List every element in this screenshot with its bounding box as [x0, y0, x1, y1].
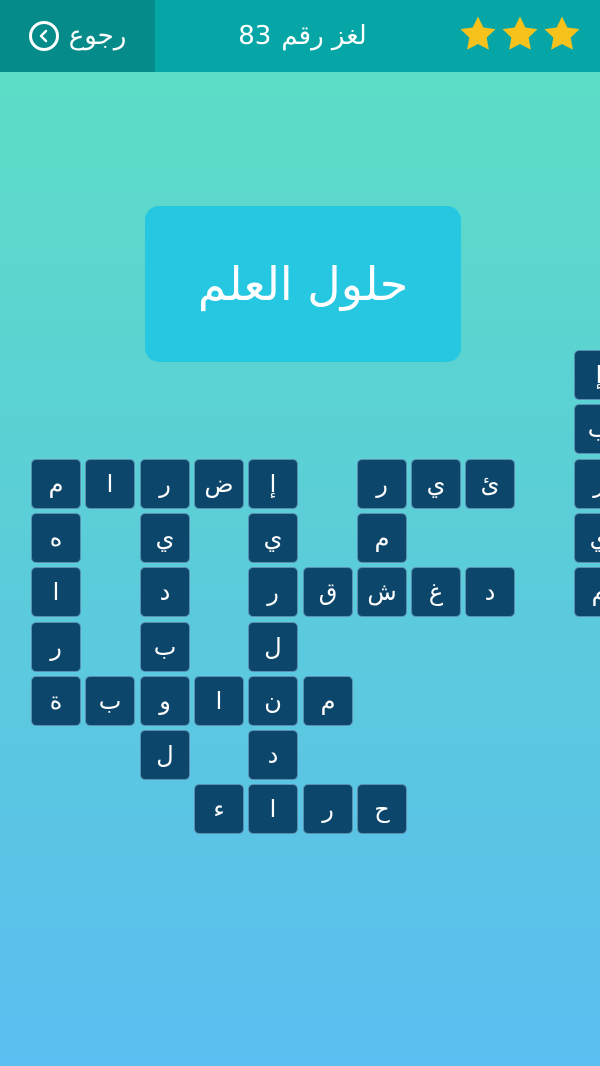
letter-tile[interactable]: ر — [140, 459, 190, 509]
letter-tile[interactable]: إ — [248, 459, 298, 509]
letter-tile[interactable]: ئ — [465, 459, 515, 509]
letter-tile[interactable]: ق — [303, 567, 353, 617]
letter-tile[interactable]: ي — [411, 459, 461, 509]
letter-tile[interactable]: م — [31, 459, 81, 509]
letter-tile[interactable]: ي — [248, 513, 298, 563]
letter-tile[interactable]: ب — [140, 622, 190, 672]
letter-tile[interactable]: ح — [357, 784, 407, 834]
letter-tile[interactable]: ا — [194, 676, 244, 726]
letter-tile[interactable]: ر — [303, 784, 353, 834]
letter-tile[interactable]: م — [357, 513, 407, 563]
letter-tile[interactable]: ي — [574, 513, 600, 563]
letter-tile[interactable]: ز — [574, 459, 600, 509]
letter-tile[interactable]: م — [574, 567, 600, 617]
letter-tile[interactable]: ر — [248, 567, 298, 617]
letter-tile[interactable]: ل — [140, 730, 190, 780]
letter-tile[interactable]: ا — [31, 567, 81, 617]
letter-tile[interactable]: د — [465, 567, 515, 617]
letter-tile[interactable]: ن — [248, 676, 298, 726]
letter-tile[interactable]: و — [140, 676, 190, 726]
letter-tile[interactable]: ض — [194, 459, 244, 509]
letter-tile[interactable]: ش — [357, 567, 407, 617]
letter-tile[interactable]: ي — [140, 513, 190, 563]
letter-tile[interactable]: ب — [85, 676, 135, 726]
letter-tile[interactable]: ر — [357, 459, 407, 509]
letter-tile[interactable]: د — [248, 730, 298, 780]
letter-tile[interactable]: إ — [574, 350, 600, 400]
letter-tile[interactable]: ب — [574, 404, 600, 454]
letter-tile[interactable]: ه — [31, 513, 81, 563]
letter-tile[interactable]: ر — [31, 622, 81, 672]
letter-tile[interactable]: ء — [194, 784, 244, 834]
crossword-grid: إبمارضإريئزهييميادرقشغدمربلةبوانملدءارح — [0, 0, 600, 1066]
letter-tile[interactable]: ة — [31, 676, 81, 726]
letter-tile[interactable]: غ — [411, 567, 461, 617]
letter-tile[interactable]: ا — [85, 459, 135, 509]
letter-tile[interactable]: د — [140, 567, 190, 617]
letter-tile[interactable]: م — [303, 676, 353, 726]
letter-tile[interactable]: ل — [248, 622, 298, 672]
letter-tile[interactable]: ا — [248, 784, 298, 834]
